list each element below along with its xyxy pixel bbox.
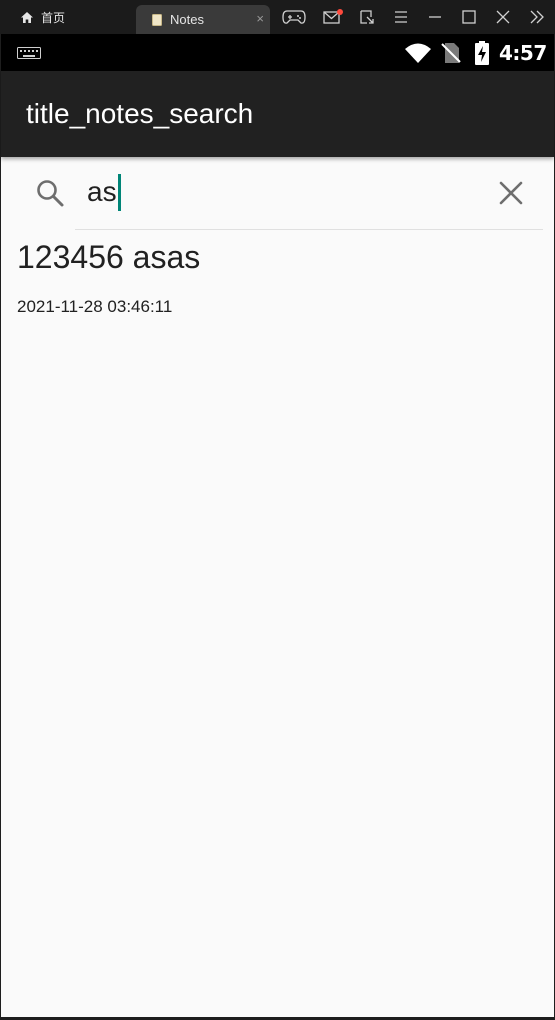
close-icon[interactable]	[493, 8, 513, 26]
expand-icon[interactable]	[527, 8, 547, 26]
battery-charging-icon	[474, 41, 490, 70]
note-title: 123456 asas	[17, 239, 201, 275]
no-sim-icon	[441, 42, 461, 69]
mail-icon[interactable]	[323, 8, 343, 26]
clock: 4:57	[499, 41, 547, 65]
list-item[interactable]: 123456 asas 2021-11-28 03:46:11	[1, 231, 554, 331]
status-bar: 4:57	[1, 34, 554, 71]
search-query[interactable]: as	[87, 176, 117, 208]
app-toolbar: title_notes_search	[1, 71, 554, 157]
emulator-title-bar: 首页 Notes ×	[0, 0, 555, 34]
keyboard-icon	[17, 46, 41, 64]
note-timestamp: 2021-11-28 03:46:11	[17, 297, 173, 316]
home-icon	[20, 11, 34, 24]
text-cursor	[118, 174, 121, 211]
minimize-icon[interactable]	[425, 8, 445, 26]
tab-notes[interactable]: Notes ×	[136, 5, 270, 34]
search-bar: as	[1, 157, 554, 231]
content-area: as 123456 asas 2021-11-28 03:46:11	[1, 157, 554, 1017]
screenshot-icon[interactable]	[357, 8, 377, 26]
tab-home-label: 首页	[41, 10, 66, 25]
tab-notes-label: Notes	[170, 12, 204, 27]
menu-icon[interactable]	[391, 8, 411, 26]
maximize-icon[interactable]	[459, 8, 479, 26]
page-title: title_notes_search	[26, 98, 254, 129]
gamepad-icon[interactable]	[282, 8, 306, 26]
tab-home[interactable]: 首页	[0, 0, 134, 34]
clear-search-button[interactable]	[499, 181, 523, 210]
search-icon	[35, 178, 65, 213]
search-input[interactable]: as	[75, 157, 543, 230]
document-icon	[152, 13, 162, 26]
wifi-icon	[404, 42, 432, 69]
close-icon	[499, 181, 523, 205]
tab-close-button[interactable]: ×	[256, 10, 264, 28]
